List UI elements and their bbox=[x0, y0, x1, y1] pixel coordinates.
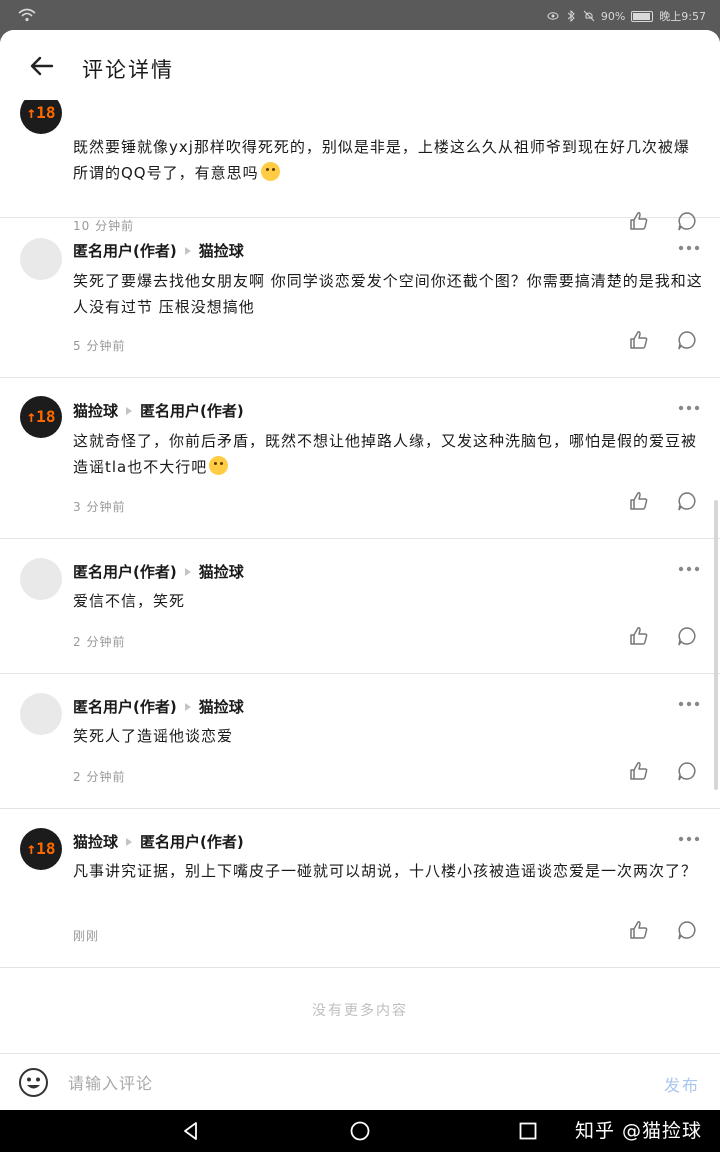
comment-reply-to[interactable]: 匿名用户(作者) bbox=[140, 831, 244, 852]
more-icon[interactable] bbox=[678, 405, 700, 411]
reply-icon[interactable] bbox=[676, 760, 698, 782]
comment-time: 5 分钟前 bbox=[73, 339, 126, 353]
comment-meta: 匿名用户(作者) 猫捡球 bbox=[73, 240, 244, 261]
scrollbar[interactable] bbox=[714, 500, 718, 790]
comment-detail-sheet: ↑18 既然要锤就像yxj那样吹得死死的，别似是非是，上楼这么久从祖师爷到现在好… bbox=[0, 30, 720, 1110]
comment-reply-to[interactable]: 猫捡球 bbox=[199, 696, 244, 717]
comment-author[interactable]: 猫捡球 bbox=[73, 831, 118, 852]
like-icon[interactable] bbox=[628, 760, 650, 782]
comment-reply-to[interactable]: 猫捡球 bbox=[199, 240, 244, 261]
avatar-badge: ↑18 bbox=[26, 839, 56, 858]
reply-arrow-icon bbox=[184, 702, 191, 711]
comment-input[interactable] bbox=[68, 1068, 628, 1098]
eye-icon bbox=[547, 12, 559, 20]
comment-item: 匿名用户(作者) 猫捡球 笑死人了造谣他谈恋爱 2 分钟前 bbox=[0, 674, 720, 809]
more-icon[interactable] bbox=[678, 701, 700, 707]
like-icon[interactable] bbox=[628, 919, 650, 941]
comment-text: 凡事讲究证据，别上下嘴皮子一碰就可以胡说，十八楼小孩被造谣谈恋爱是一次两次了？ bbox=[73, 862, 698, 880]
no-more-content: 没有更多内容 bbox=[312, 1003, 408, 1019]
comment-author[interactable]: 猫捡球 bbox=[73, 400, 118, 421]
comment-time: 3 分钟前 bbox=[73, 500, 126, 514]
reply-arrow-icon bbox=[184, 567, 191, 576]
reply-arrow-icon bbox=[184, 246, 191, 255]
home-nav-icon[interactable] bbox=[349, 1120, 371, 1142]
page-title: 评论详情 bbox=[82, 58, 174, 82]
recents-nav-icon[interactable] bbox=[517, 1120, 539, 1142]
comment-meta: 匿名用户(作者) 猫捡球 bbox=[73, 561, 244, 582]
emoji-picker-icon[interactable] bbox=[18, 1067, 49, 1098]
reply-arrow-icon bbox=[126, 837, 133, 846]
emoji-icon bbox=[260, 162, 280, 181]
like-icon[interactable] bbox=[628, 329, 650, 351]
reply-icon[interactable] bbox=[676, 490, 698, 512]
comment-text: 这就奇怪了，你前后矛盾，既然不想让他掉路人缘，又发这种洗脑包，哪怕是假的爱豆被造… bbox=[73, 432, 698, 476]
comment-meta: 猫捡球 匿名用户(作者) bbox=[73, 400, 244, 421]
avatar[interactable] bbox=[20, 693, 62, 735]
avatar[interactable] bbox=[20, 558, 62, 600]
comment-author[interactable]: 匿名用户(作者) bbox=[73, 696, 177, 717]
reply-arrow-icon bbox=[126, 406, 133, 415]
comment-text: 既然要锤就像yxj那样吹得死死的，别似是非是，上楼这么久从祖师爷到现在好几次被爆… bbox=[73, 138, 690, 182]
like-icon[interactable] bbox=[628, 625, 650, 647]
comment-reply-to[interactable]: 猫捡球 bbox=[199, 561, 244, 582]
system-nav-bar: 知乎 @猫捡球 bbox=[0, 1110, 720, 1152]
publish-button[interactable]: 发布 bbox=[664, 1072, 700, 1096]
comment-meta: 猫捡球 匿名用户(作者) bbox=[73, 831, 244, 852]
clock: 晚上9:57 bbox=[659, 10, 706, 23]
comment-item: 匿名用户(作者) 猫捡球 笑死了要爆去找他女朋友啊 你同学谈恋爱发个空间你还截个… bbox=[0, 218, 720, 378]
status-bar: 90% 晚上9:57 bbox=[0, 0, 720, 30]
battery-icon bbox=[631, 10, 654, 22]
reply-icon[interactable] bbox=[676, 625, 698, 647]
reply-icon[interactable] bbox=[676, 329, 698, 351]
header: 评论详情 bbox=[0, 30, 720, 100]
comment-author[interactable]: 匿名用户(作者) bbox=[73, 240, 177, 261]
wifi-icon bbox=[18, 8, 36, 22]
back-nav-icon[interactable] bbox=[180, 1120, 202, 1142]
more-icon[interactable] bbox=[678, 566, 700, 572]
comment-text: 笑死人了造谣他谈恋爱 bbox=[73, 727, 234, 745]
avatar-badge: ↑18 bbox=[26, 103, 56, 122]
avatar[interactable]: ↑18 bbox=[20, 828, 62, 870]
avatar[interactable]: ↑18 bbox=[20, 396, 62, 438]
avatar-badge: ↑18 bbox=[26, 407, 56, 426]
comment-time: 2 分钟前 bbox=[73, 770, 126, 784]
comment-item: ↑18 猫捡球 匿名用户(作者) 凡事讲究证据，别上下嘴皮子一碰就可以胡说，十八… bbox=[0, 809, 720, 968]
more-icon[interactable] bbox=[678, 836, 700, 842]
mute-icon bbox=[583, 10, 595, 22]
comment-reply-to[interactable]: 匿名用户(作者) bbox=[140, 400, 244, 421]
avatar[interactable] bbox=[20, 238, 62, 280]
emoji-icon bbox=[209, 456, 229, 475]
comment-item: 匿名用户(作者) 猫捡球 爱信不信，笑死 2 分钟前 bbox=[0, 539, 720, 674]
comment-time: 2 分钟前 bbox=[73, 635, 126, 649]
back-arrow-icon[interactable] bbox=[28, 52, 56, 80]
comment-meta: 匿名用户(作者) 猫捡球 bbox=[73, 696, 244, 717]
comment-text: 爱信不信，笑死 bbox=[73, 592, 186, 610]
comment-time: 刚刚 bbox=[73, 929, 100, 943]
like-icon[interactable] bbox=[628, 490, 650, 512]
comment-author[interactable]: 匿名用户(作者) bbox=[73, 561, 177, 582]
comment-item: ↑18 猫捡球 匿名用户(作者) 这就奇怪了，你前后矛盾，既然不想让他掉路人缘，… bbox=[0, 378, 720, 539]
more-icon[interactable] bbox=[678, 245, 700, 251]
battery-percent: 90% bbox=[600, 9, 626, 23]
comment-text: 笑死了要爆去找他女朋友啊 你同学谈恋爱发个空间你还截个图？你需要搞清楚的是我和这… bbox=[73, 272, 703, 316]
comment-input-bar: 发布 bbox=[0, 1053, 720, 1110]
reply-icon[interactable] bbox=[676, 919, 698, 941]
bluetooth-icon bbox=[567, 10, 575, 22]
watermark: 知乎 @猫捡球 bbox=[574, 1120, 702, 1142]
